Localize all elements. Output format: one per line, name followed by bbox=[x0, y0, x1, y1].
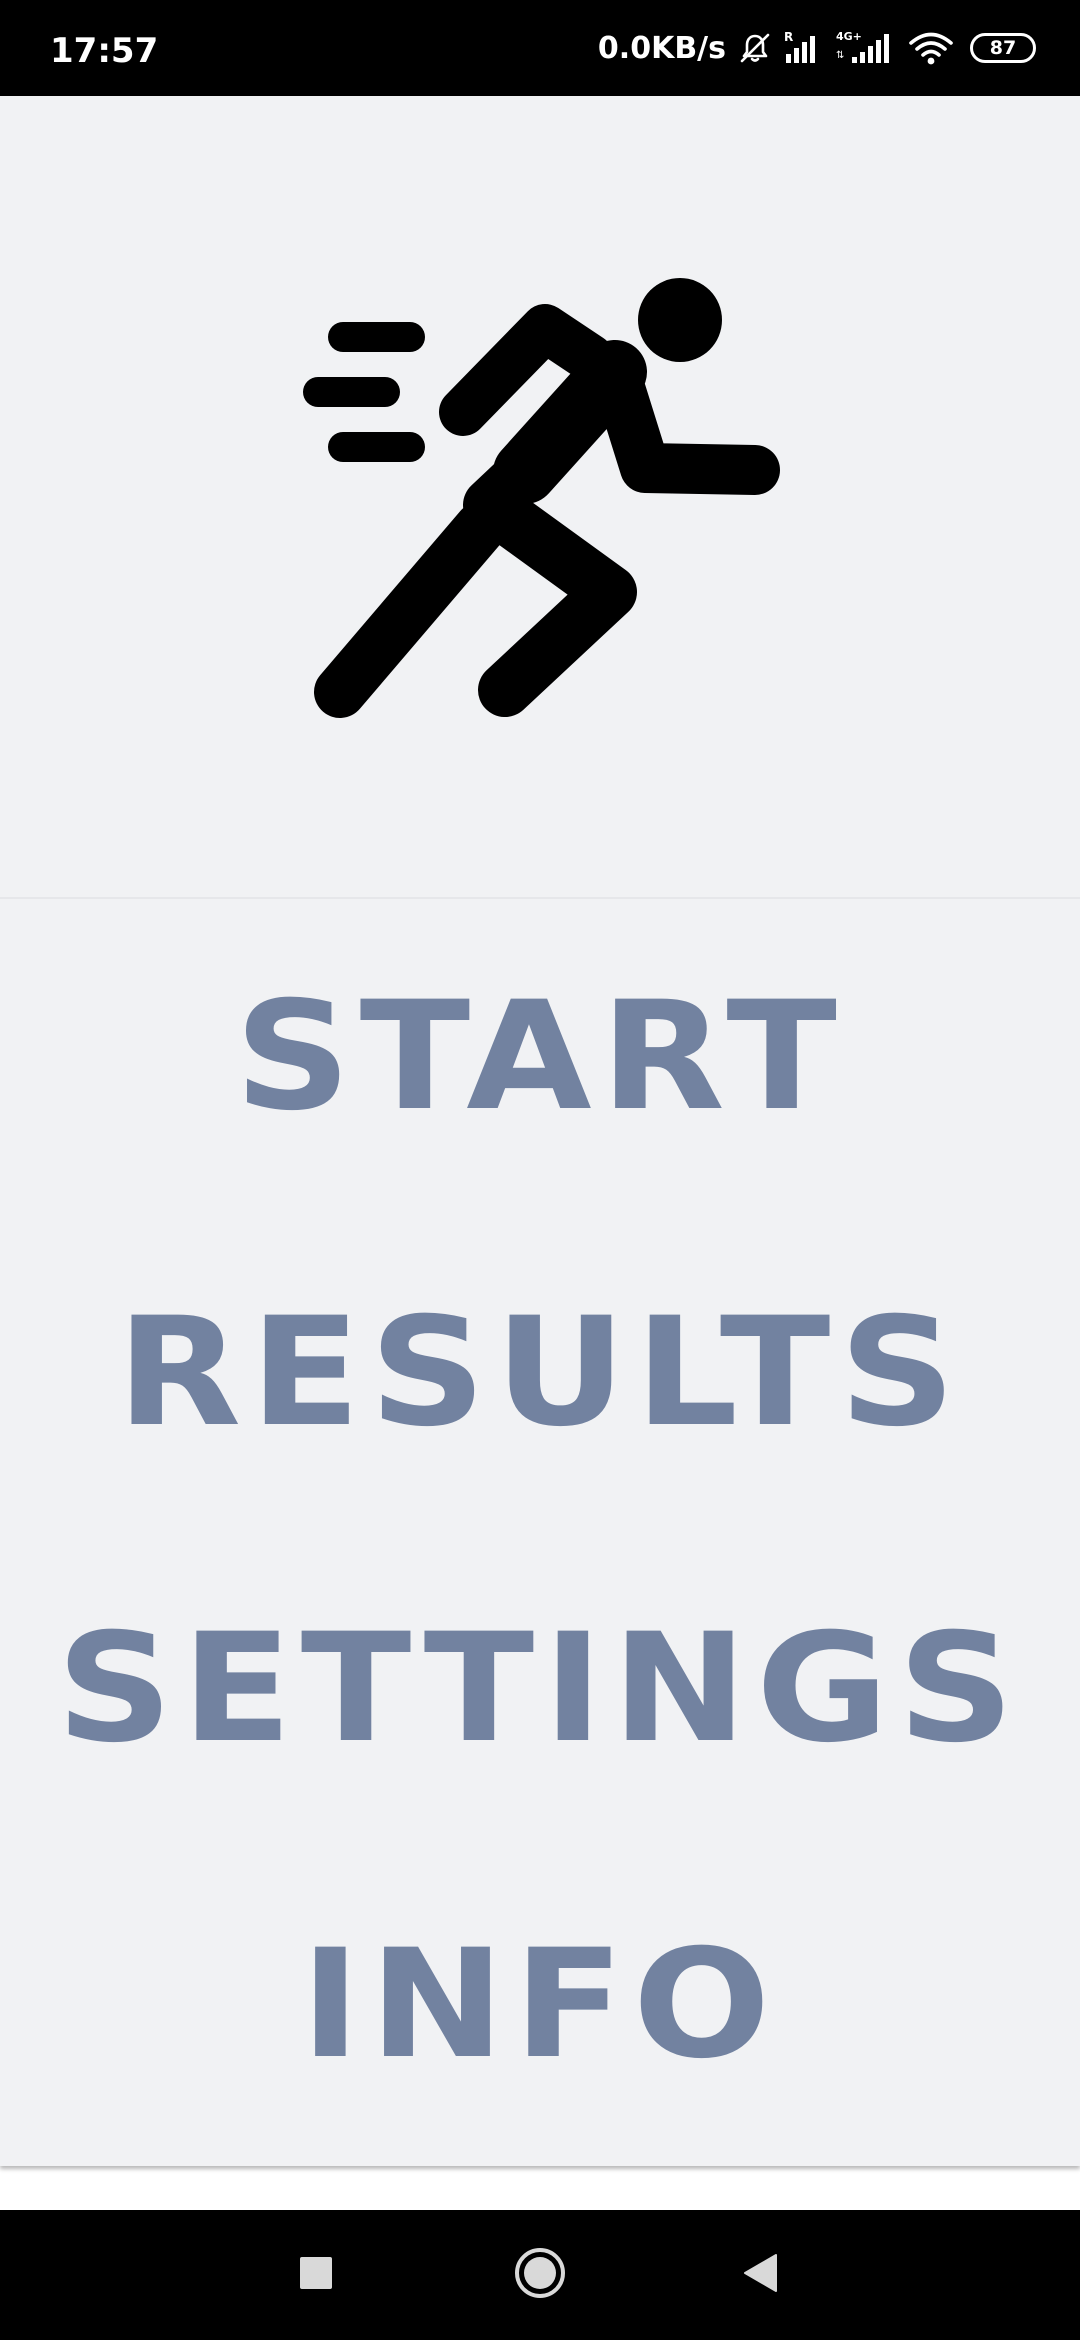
status-bar: 17:57 0.0KB/s R 4G+ ⇅ 87 bbox=[0, 0, 1080, 96]
results-label: RESULTS bbox=[116, 1286, 964, 1460]
signal-roaming-icon: R bbox=[782, 30, 826, 66]
status-icons: 0.0KB/s R 4G+ ⇅ 87 bbox=[598, 0, 1036, 96]
navigation-bar bbox=[0, 2210, 1080, 2340]
main-menu: START RESULTS SETTINGS INFO bbox=[0, 899, 1080, 2163]
svg-text:⇅: ⇅ bbox=[836, 50, 844, 61]
back-button[interactable] bbox=[690, 2210, 830, 2340]
home-button[interactable] bbox=[470, 2210, 610, 2340]
results-button[interactable]: RESULTS bbox=[0, 1215, 1080, 1531]
muted-bell-icon bbox=[738, 31, 772, 65]
battery-icon: 87 bbox=[970, 33, 1036, 63]
settings-button[interactable]: SETTINGS bbox=[0, 1531, 1080, 1847]
start-button[interactable]: START bbox=[0, 899, 1080, 1215]
status-time: 17:57 bbox=[50, 31, 159, 71]
recents-square-icon bbox=[299, 2256, 333, 2294]
running-person-icon bbox=[303, 278, 780, 718]
info-label: INFO bbox=[300, 1918, 780, 2092]
hero-section bbox=[0, 96, 1080, 899]
start-label: START bbox=[234, 970, 846, 1144]
recents-button[interactable] bbox=[246, 2210, 386, 2340]
battery-level: 87 bbox=[989, 36, 1017, 59]
info-button[interactable]: INFO bbox=[0, 1847, 1080, 2163]
back-triangle-icon bbox=[742, 2253, 778, 2297]
settings-label: SETTINGS bbox=[56, 1602, 1024, 1776]
network-speed: 0.0KB/s bbox=[597, 30, 726, 66]
home-circle-icon bbox=[514, 2247, 566, 2303]
svg-text:R: R bbox=[784, 30, 793, 44]
signal-4g-icon: 4G+ ⇅ bbox=[836, 30, 898, 66]
app-screen: START RESULTS SETTINGS INFO bbox=[0, 96, 1080, 2210]
main-menu-screen: START RESULTS SETTINGS INFO bbox=[0, 96, 1080, 2166]
wifi-icon bbox=[908, 30, 954, 66]
svg-text:4G+: 4G+ bbox=[836, 30, 862, 43]
